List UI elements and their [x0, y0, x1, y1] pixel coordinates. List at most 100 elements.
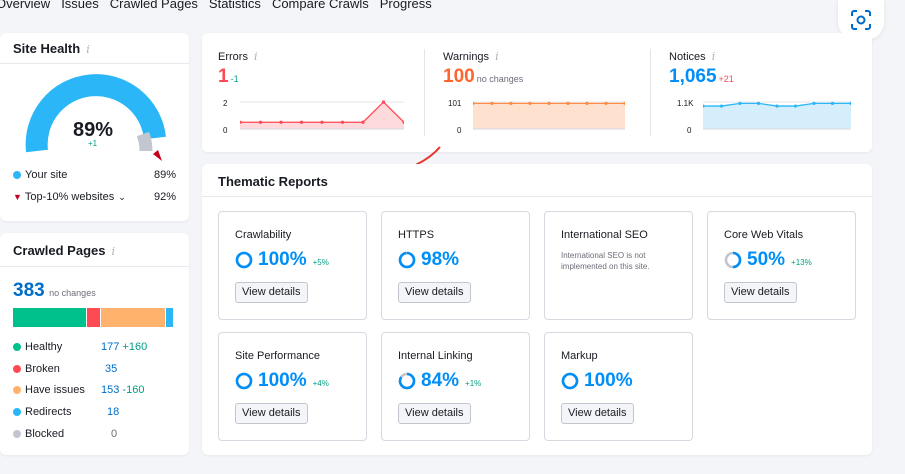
progress-ring-icon: [561, 372, 579, 390]
view-details-button[interactable]: View details: [398, 282, 471, 303]
sparkline-point[interactable]: [279, 120, 283, 124]
ring-fill: [235, 372, 253, 390]
sparkline-point[interactable]: [490, 101, 494, 105]
tab-progress[interactable]: Progress: [380, 0, 432, 10]
bar-segment-healthy[interactable]: [13, 308, 86, 327]
crawled-pages-title: Crawled Pages: [13, 243, 106, 258]
crawled-row-redirects[interactable]: Redirects: [13, 406, 71, 418]
divider: [424, 49, 425, 136]
view-details-button[interactable]: View details: [561, 403, 634, 424]
crawled-pages-total[interactable]: 383: [13, 280, 45, 301]
report-score: 100%: [258, 249, 307, 270]
legend-top10: ▼ Top-10% websites ⌄ 92%: [13, 191, 176, 203]
report-core-web-vitals[interactable]: Core Web Vitals 50% +13% View details: [707, 211, 856, 320]
sparkline-point[interactable]: [381, 100, 386, 104]
tab-crawled-pages[interactable]: Crawled Pages: [110, 0, 198, 10]
top10-label: Top-10% websites: [24, 191, 115, 203]
notices-axis-bottom: 0: [687, 126, 692, 135]
sparkline-point[interactable]: [320, 120, 324, 124]
bar-segment-broken[interactable]: [87, 308, 100, 327]
broken-dot: [13, 365, 21, 373]
report-internal-linking[interactable]: Internal Linking 84% +1% View details: [381, 332, 530, 441]
your-site-label: Your site: [25, 169, 68, 181]
thematic-reports-card: Thematic Reports Crawlability 100% +5% Vi…: [202, 164, 872, 455]
sparkline-point[interactable]: [812, 101, 816, 105]
report-https[interactable]: HTTPS 98% View details: [381, 211, 530, 320]
report-note: International SEO is not implemented on …: [561, 251, 650, 271]
report-name: Internal Linking: [398, 350, 473, 362]
broken-value[interactable]: 35: [105, 363, 117, 375]
redirects-value[interactable]: 18: [107, 406, 119, 418]
sparkline-point[interactable]: [509, 101, 513, 105]
sparkline-point[interactable]: [528, 101, 532, 105]
report-change: +4%: [312, 378, 329, 388]
notices-sparkline: [703, 101, 851, 130]
view-details-button[interactable]: View details: [235, 403, 308, 424]
report-crawlability[interactable]: Crawlability 100% +5% View details: [218, 211, 367, 320]
sparkline-point[interactable]: [585, 101, 589, 105]
errors-axis-top: 2: [223, 99, 228, 108]
sparkline-point[interactable]: [340, 120, 345, 124]
report-site-performance[interactable]: Site Performance 100% +4% View details: [218, 332, 367, 441]
sparkline-point[interactable]: [793, 104, 798, 108]
triangle-down-icon: ▼: [13, 192, 22, 202]
sparkline-point[interactable]: [547, 101, 551, 105]
report-international-seo[interactable]: International SEO International SEO is n…: [544, 211, 693, 320]
warnings-axis-top: 101: [448, 99, 462, 108]
sparkline-point[interactable]: [299, 120, 304, 124]
crawled-row-issues[interactable]: Have issues: [13, 384, 85, 396]
info-icon: i: [711, 50, 716, 63]
info-icon: i: [495, 50, 499, 63]
report-name: Markup: [561, 350, 598, 362]
divider: [0, 266, 189, 267]
warnings-metric[interactable]: Warnings i 100 no changes 101 0: [443, 33, 638, 152]
view-details-button[interactable]: View details: [724, 282, 797, 303]
sparkline-point[interactable]: [258, 120, 263, 124]
report-markup[interactable]: Markup 100% View details: [544, 332, 693, 441]
info-icon[interactable]: i: [86, 43, 90, 56]
progress-ring-icon: [724, 251, 742, 269]
warnings-delta: no changes: [476, 74, 524, 84]
info-icon[interactable]: i: [112, 245, 116, 258]
blocked-value: 0: [111, 428, 118, 440]
tab-compare-crawls[interactable]: Compare Crawls: [272, 0, 369, 10]
blocked-label: Blocked: [25, 428, 65, 440]
ring-fill: [561, 372, 579, 390]
notices-metric[interactable]: Notices i 1,065 +21 1.1K 0: [669, 33, 864, 152]
progress-ring-icon: [398, 251, 416, 269]
crawled-row-broken[interactable]: Broken: [13, 363, 60, 375]
sparkline-point[interactable]: [756, 101, 761, 105]
report-name: Crawlability: [235, 229, 292, 241]
tab-issues[interactable]: Issues: [61, 0, 99, 10]
crawled-row-healthy[interactable]: Healthy: [13, 341, 62, 353]
top10-selector[interactable]: ▼ Top-10% websites ⌄: [13, 191, 126, 203]
crawled-row-blocked[interactable]: Blocked: [13, 428, 64, 440]
sparkline-point[interactable]: [719, 104, 724, 108]
tab-statistics[interactable]: Statistics: [209, 0, 261, 10]
divider: [0, 63, 189, 64]
report-score: 100%: [258, 370, 307, 391]
info-icon: i: [253, 50, 258, 63]
sparkline-point[interactable]: [566, 101, 570, 105]
issues-value[interactable]: 153 -160: [101, 384, 144, 396]
bar-segment-redirects[interactable]: [166, 308, 173, 327]
sparkline-point[interactable]: [830, 101, 835, 105]
sparkline-point[interactable]: [775, 104, 779, 108]
sparkline-point[interactable]: [738, 101, 742, 105]
sparkline-point[interactable]: [361, 120, 365, 124]
notices-value: 1,065: [669, 66, 717, 87]
healthy-value[interactable]: 177 +160: [101, 341, 147, 353]
view-details-button[interactable]: View details: [235, 282, 308, 303]
ring-fill: [398, 251, 416, 269]
errors-delta: -1: [230, 74, 239, 84]
report-score: 98%: [421, 249, 460, 270]
divider: [202, 196, 872, 197]
legend-your-site: Your site 89%: [13, 169, 176, 181]
bar-segment-issues[interactable]: [101, 308, 165, 327]
errors-metric[interactable]: Errors i 1 -1 2 0: [218, 33, 413, 152]
issues-summary-card: Errors i 1 -1 2 0 Warnings i 100 no changes …: [202, 33, 872, 152]
view-details-button[interactable]: View details: [398, 403, 471, 424]
sparkline-point[interactable]: [604, 101, 608, 105]
site-health-title: Site Health: [13, 41, 81, 56]
tab-overview[interactable]: Overview: [0, 0, 50, 10]
